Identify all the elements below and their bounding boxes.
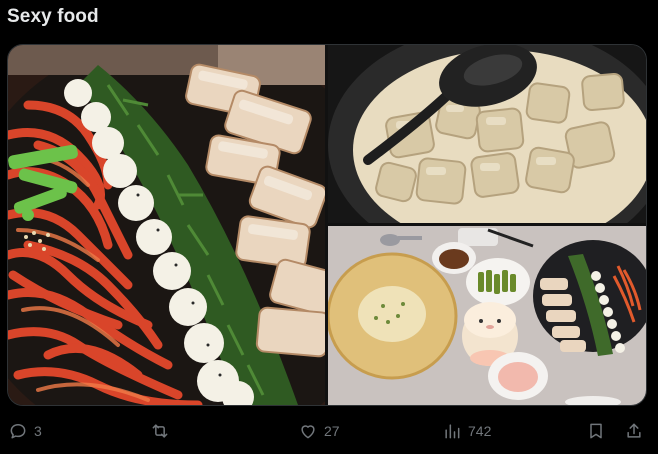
reply-count: 3 (34, 423, 42, 439)
media-photo-noodles[interactable] (8, 45, 325, 405)
view-count: 742 (468, 423, 492, 439)
tweet-actions: 3 27 742 (0, 416, 658, 446)
media-photo-drink[interactable] (328, 45, 646, 223)
reply-button[interactable]: 3 (8, 416, 42, 446)
retweet-icon (152, 424, 168, 438)
like-button[interactable]: 27 (298, 416, 340, 446)
views-icon (445, 424, 460, 439)
bookmark-button[interactable] (586, 416, 606, 446)
tweet-text: Sexy food (7, 6, 99, 27)
bookmark-icon (590, 423, 602, 439)
heart-icon (301, 425, 315, 439)
share-button[interactable] (624, 416, 644, 446)
reply-icon (10, 424, 26, 439)
views-button[interactable]: 742 (442, 416, 491, 446)
share-icon (627, 423, 641, 438)
retweet-button[interactable] (150, 416, 176, 446)
media-photo-table[interactable] (328, 226, 646, 405)
like-count: 27 (324, 423, 340, 439)
tweet[interactable]: Sexy food 3 27 742 (0, 0, 658, 454)
media-grid (7, 44, 647, 406)
